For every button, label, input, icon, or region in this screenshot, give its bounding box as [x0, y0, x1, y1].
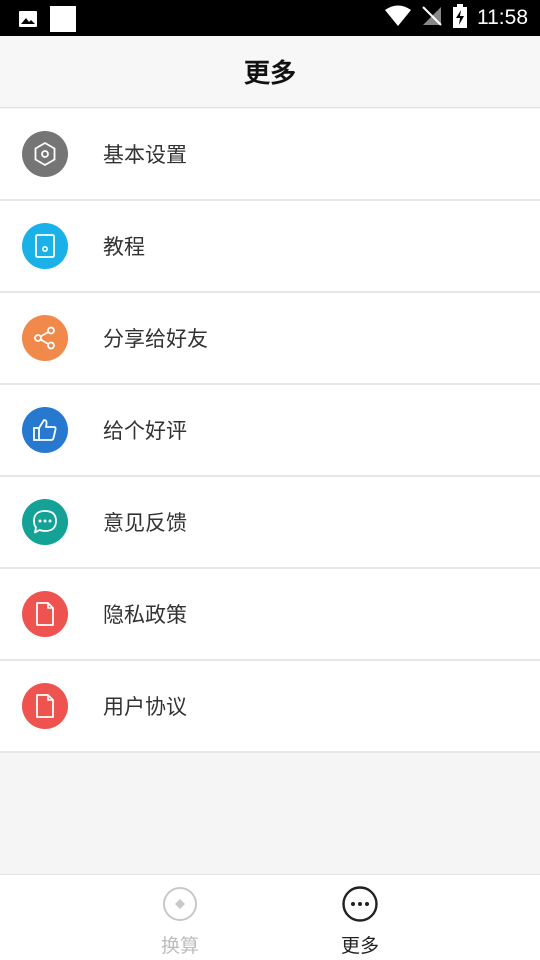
status-bar: 11:58	[0, 0, 540, 36]
menu-item-label: 教程	[103, 235, 145, 259]
document-icon	[22, 683, 68, 729]
menu-item-rate[interactable]: 给个好评	[0, 385, 540, 477]
tutorial-icon	[22, 223, 68, 269]
document-icon	[22, 591, 68, 637]
no-signal-icon	[421, 5, 443, 31]
page-title: 更多	[243, 59, 296, 89]
battery-charging-icon	[453, 4, 467, 32]
menu-item-privacy-policy[interactable]: 隐私政策	[0, 569, 540, 661]
tab-label: 换算	[160, 935, 199, 957]
settings-icon	[22, 131, 68, 177]
menu-item-tutorial[interactable]: 教程	[0, 201, 540, 293]
tab-label: 更多	[340, 935, 379, 957]
status-time: 11:58	[477, 6, 528, 29]
tab-more[interactable]: 更多	[310, 885, 410, 958]
thumbs-up-icon	[22, 407, 68, 453]
menu-item-label: 基本设置	[103, 143, 187, 167]
more-icon	[341, 885, 379, 927]
feedback-icon	[22, 499, 68, 545]
page-header: 更多	[0, 36, 540, 108]
image-notification-icon	[18, 9, 38, 33]
menu-item-basic-settings[interactable]: 基本设置	[0, 109, 540, 201]
bottom-tab-bar: 换算 更多	[0, 874, 540, 960]
app-notification-icon	[50, 6, 76, 36]
wifi-icon	[385, 5, 411, 31]
menu-list: 基本设置 教程 分享给好友 给个好评 意见反馈 隐私政策 用户协议	[0, 109, 540, 753]
menu-item-label: 给个好评	[103, 419, 187, 443]
menu-item-label: 隐私政策	[103, 603, 187, 627]
menu-item-feedback[interactable]: 意见反馈	[0, 477, 540, 569]
menu-item-share[interactable]: 分享给好友	[0, 293, 540, 385]
menu-item-label: 用户协议	[103, 695, 187, 719]
menu-item-label: 分享给好友	[103, 327, 208, 351]
tab-convert[interactable]: 换算	[130, 885, 230, 958]
share-icon	[22, 315, 68, 361]
menu-item-label: 意见反馈	[103, 511, 187, 535]
convert-icon	[161, 885, 199, 927]
menu-item-user-agreement[interactable]: 用户协议	[0, 661, 540, 753]
